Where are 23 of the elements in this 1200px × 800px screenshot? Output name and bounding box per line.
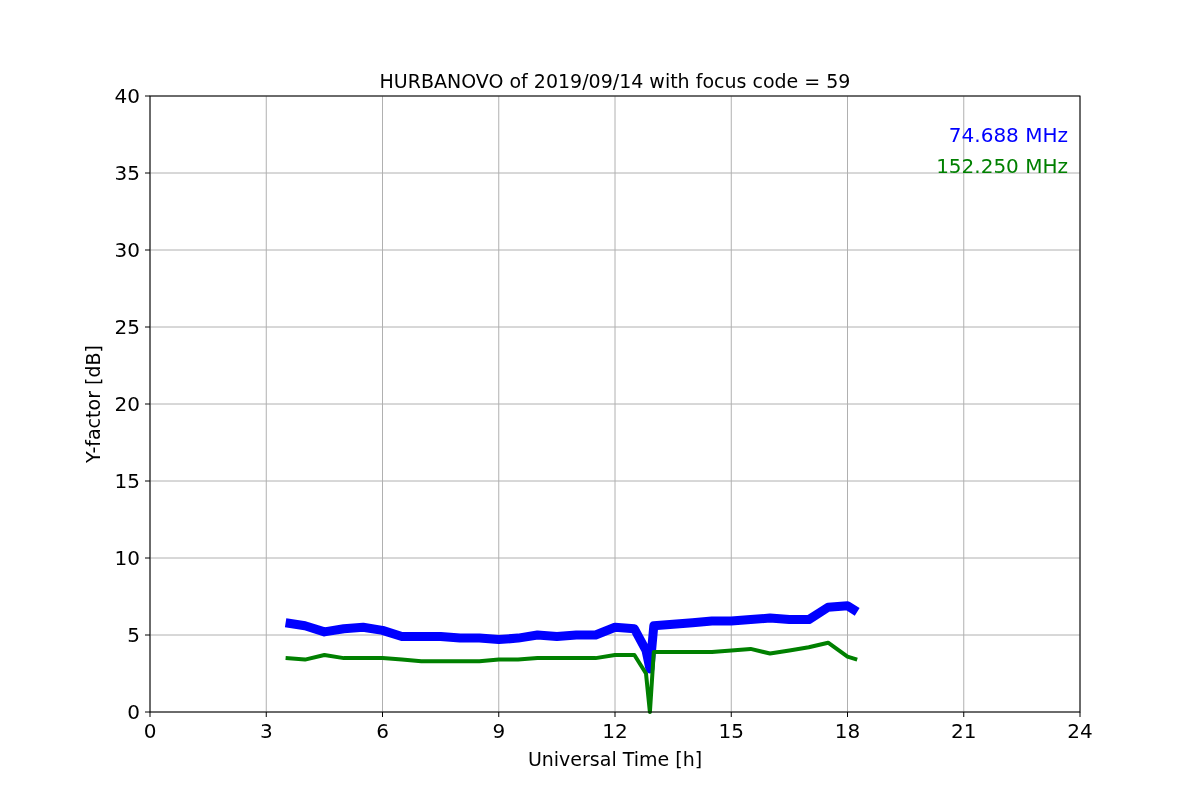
x-tick-label: 12	[602, 719, 628, 743]
x-tick-label: 9	[492, 719, 506, 743]
x-tick-label: 24	[1067, 719, 1093, 743]
legend-label: 152.250 MHz	[936, 154, 1068, 178]
x-tick-label: 6	[376, 719, 389, 743]
x-tick-label: 0	[143, 719, 157, 743]
x-tick-label: 21	[951, 719, 977, 743]
y-tick-label: 25	[114, 315, 140, 339]
y-tick-label: 0	[127, 700, 140, 724]
y-axis-label: Y-factor [dB]	[82, 345, 104, 463]
y-tick-label: 30	[114, 238, 140, 262]
y-tick-label: 15	[114, 469, 140, 493]
y-tick-label: 5	[127, 623, 140, 647]
x-tick-label: 15	[718, 719, 744, 743]
y-tick-label: 10	[114, 546, 140, 570]
y-tick-label: 40	[114, 84, 140, 108]
legend-label: 74.688 MHz	[948, 123, 1068, 147]
y-tick-label: 20	[114, 392, 140, 416]
chart-title: HURBANOVO of 2019/09/14 with focus code = 59	[379, 70, 851, 92]
y-tick-label: 35	[114, 161, 140, 185]
x-tick-label: 18	[834, 719, 861, 743]
x-tick-label: 3	[259, 719, 273, 743]
x-axis-label: Universal Time [h]	[527, 748, 703, 770]
